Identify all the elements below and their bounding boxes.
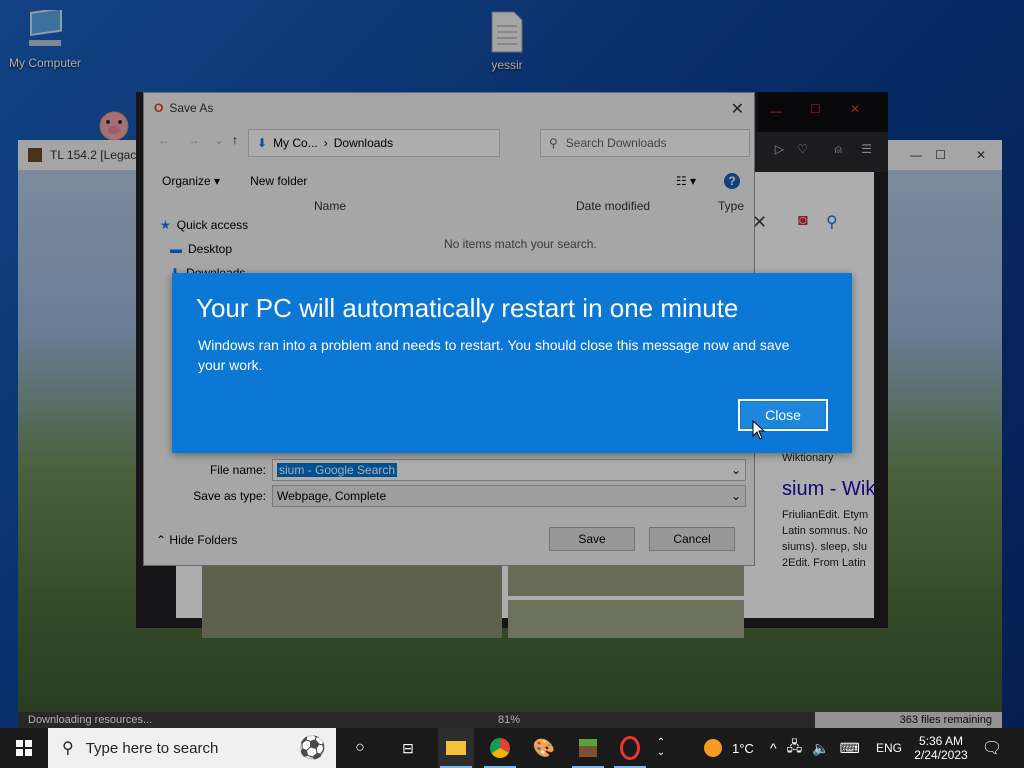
minecraft-icon bbox=[579, 739, 597, 757]
cortana-circle-icon: ○ bbox=[355, 739, 365, 756]
notification-center-button[interactable]: 🗨 bbox=[980, 728, 1004, 768]
clock-time: 5:36 AM bbox=[918, 734, 964, 748]
soccer-ball-icon: ⚽ bbox=[298, 735, 326, 760]
paint-icon: 🎨 bbox=[532, 737, 556, 758]
clock-date: 2/24/2023 bbox=[914, 748, 968, 762]
file-explorer-icon bbox=[446, 741, 466, 755]
taskbar-overflow-button[interactable]: ⌃ ⌄ bbox=[652, 728, 670, 768]
task-view-button[interactable]: ⊟ bbox=[392, 728, 424, 768]
restart-message: Windows ran into a problem and needs to … bbox=[198, 337, 790, 373]
search-icon: ⚲ bbox=[62, 740, 74, 757]
opera-icon bbox=[620, 736, 640, 760]
restart-title: Your PC will automatically restart in on… bbox=[196, 293, 739, 323]
taskbar-app-minecraft[interactable] bbox=[570, 728, 606, 768]
notification-icon: 🗨 bbox=[981, 740, 1003, 757]
cortana-button[interactable]: ○ bbox=[344, 728, 376, 768]
start-button[interactable] bbox=[0, 728, 48, 768]
weather-widget[interactable]: 1°C bbox=[704, 728, 754, 768]
taskbar-app-file-explorer[interactable] bbox=[438, 728, 474, 768]
search-placeholder: Type here to search bbox=[85, 739, 219, 757]
taskbar-app-chrome[interactable] bbox=[482, 728, 518, 768]
chevron-down-icon: ⌄ bbox=[656, 747, 666, 758]
chrome-icon bbox=[490, 738, 510, 758]
volume-icon[interactable]: 🔈 bbox=[812, 740, 829, 757]
windows-logo-icon bbox=[16, 740, 32, 756]
clock[interactable]: 5:36 AM 2/24/2023 bbox=[912, 728, 970, 768]
tray-chevron-up-icon[interactable]: ^ bbox=[770, 740, 777, 756]
language-indicator[interactable]: ENG bbox=[876, 728, 902, 768]
keyboard-icon[interactable]: ⌨ bbox=[840, 740, 860, 757]
weather-sun-icon bbox=[704, 739, 722, 757]
taskbar: ⚲ Type here to search ⚽ ○ ⊟ 🎨 ⌃ ⌄ 1°C ^ 🖧… bbox=[0, 728, 1024, 768]
taskbar-app-opera[interactable] bbox=[612, 728, 648, 768]
mouse-pointer-icon bbox=[752, 420, 766, 440]
system-tray: ^ 🖧 🔈 ⌨ bbox=[770, 728, 860, 768]
network-icon[interactable]: 🖧 bbox=[787, 736, 803, 760]
taskbar-search-box[interactable]: ⚲ Type here to search ⚽ bbox=[48, 728, 336, 768]
taskbar-app-paint[interactable]: 🎨 bbox=[526, 728, 562, 768]
temperature: 1°C bbox=[732, 740, 754, 756]
restart-notice-dialog: Your PC will automatically restart in on… bbox=[172, 273, 852, 453]
task-view-icon: ⊟ bbox=[402, 739, 414, 756]
